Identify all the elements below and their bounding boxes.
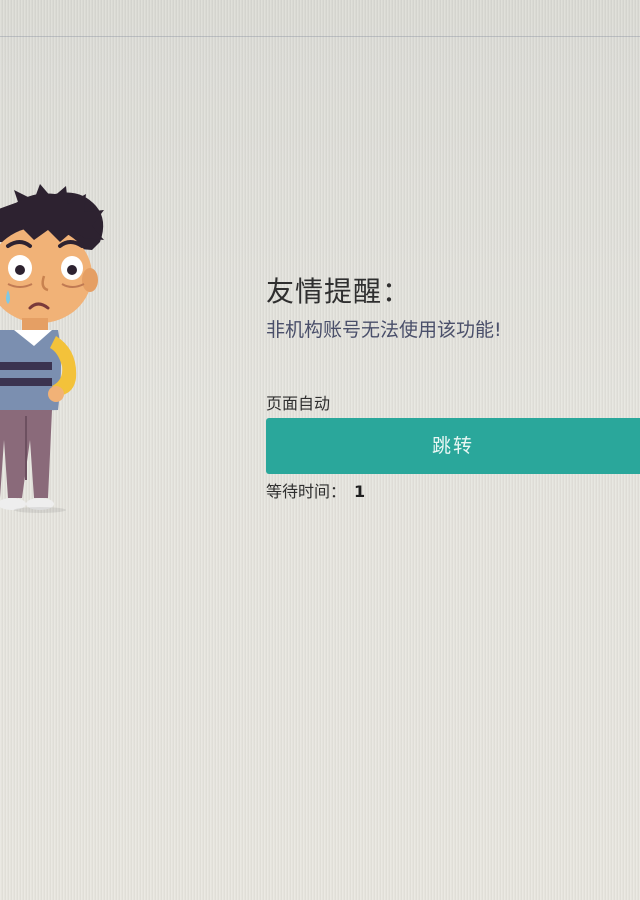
worried-boy-illustration [0,184,104,513]
auto-redirect-label: 页面自动 [266,394,331,413]
wait-time-count: 1 [354,482,366,501]
notice-message: 非机构账号无法使用该功能! [266,319,502,341]
top-divider [0,36,640,37]
notice-box: 友情提醒： 非机构账号无法使用该功能! [266,272,640,344]
wait-time-row: 等待时间： 1 [266,480,365,504]
jump-button[interactable]: 跳转 [266,418,640,474]
notice-title: 友情提醒： [266,275,412,308]
wait-time-label: 等待时间： [266,482,347,501]
